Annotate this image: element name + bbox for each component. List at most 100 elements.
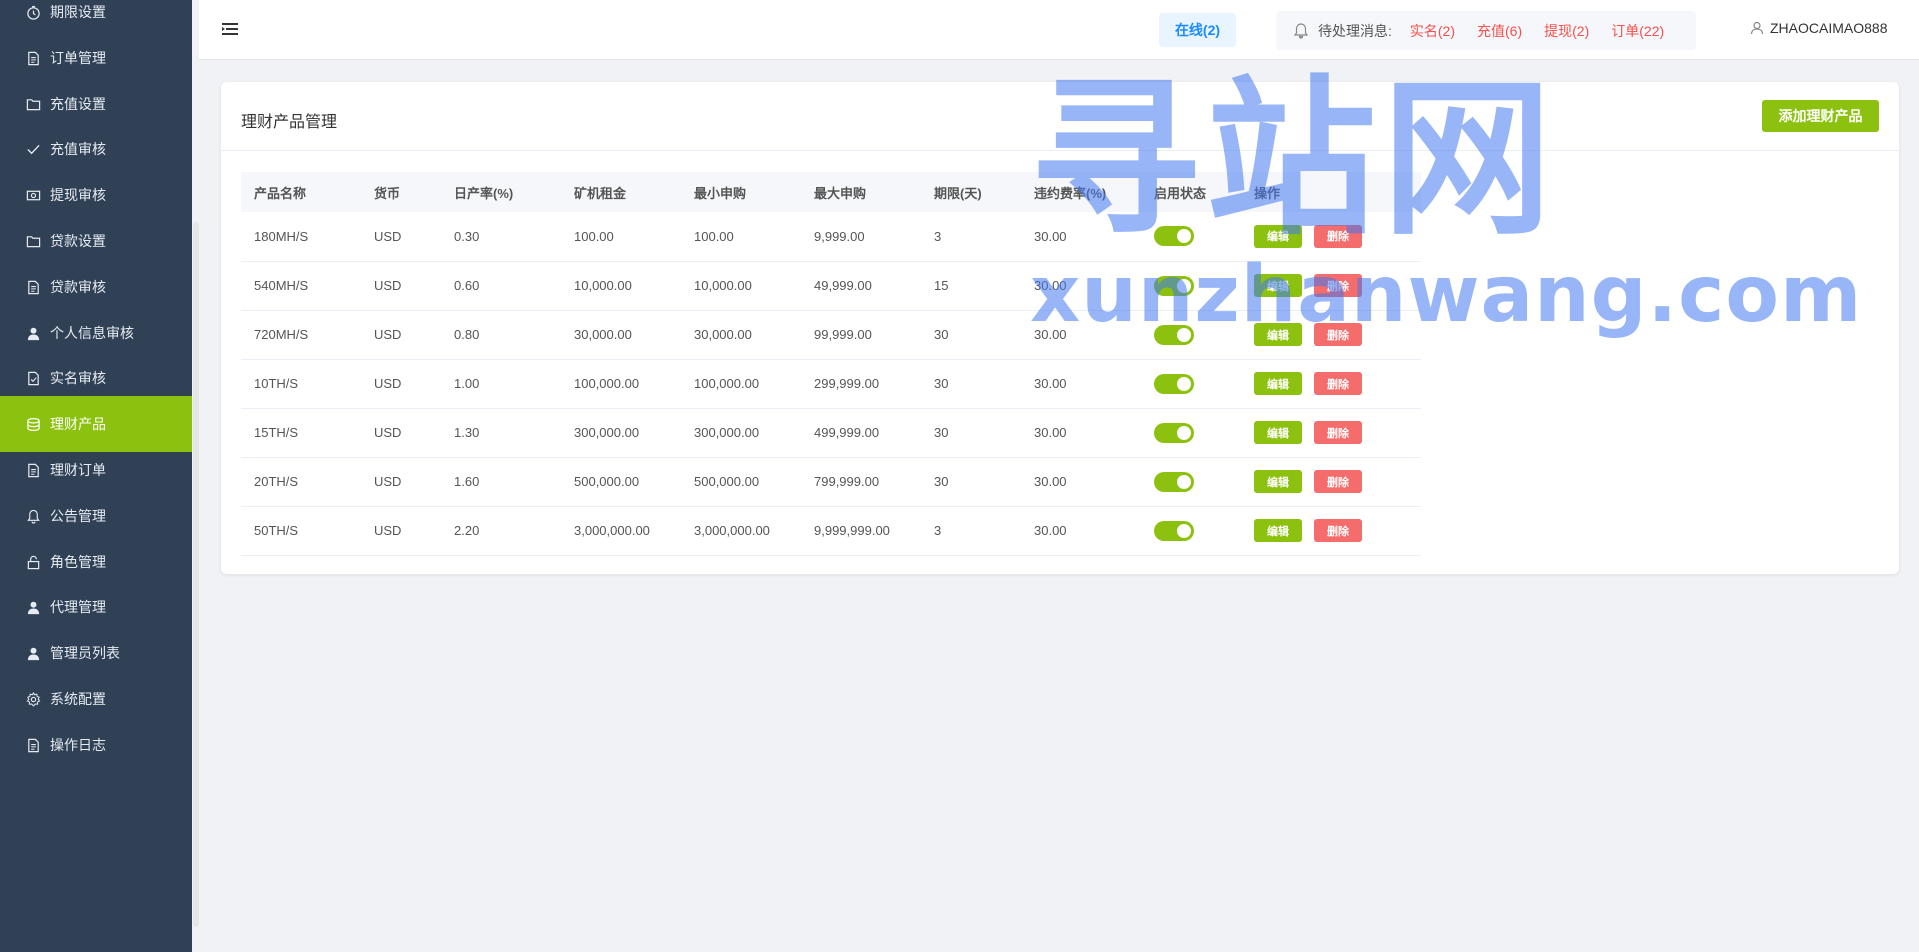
clock-icon bbox=[24, 3, 42, 21]
edit-button[interactable]: 编辑 bbox=[1254, 274, 1302, 297]
table-cell: 30 bbox=[921, 457, 1021, 507]
actions-cell: 编辑 删除 bbox=[1241, 506, 1421, 556]
sidebar-item-label: 角色管理 bbox=[50, 554, 106, 570]
product-card: 理财产品管理 添加理财产品 产品名称 货币 日产率(%) 矿机租金 最小申购 最大申购 期限… bbox=[221, 82, 1899, 574]
column-header: 操作 bbox=[1241, 172, 1421, 212]
edit-button[interactable]: 编辑 bbox=[1254, 421, 1302, 444]
pending-link-realname[interactable]: 实名(2) bbox=[1410, 21, 1455, 41]
column-header: 货币 bbox=[361, 172, 441, 212]
table-cell: 100,000.00 bbox=[681, 359, 801, 409]
table-cell: 3,000,000.00 bbox=[561, 506, 681, 556]
edit-button[interactable]: 编辑 bbox=[1254, 224, 1302, 248]
table-cell: USD bbox=[361, 212, 441, 262]
lock-icon bbox=[24, 553, 42, 571]
actions-cell: 编辑 删除 bbox=[1241, 310, 1421, 360]
status-cell bbox=[1141, 457, 1241, 507]
table-row: 10TH/S USD 1.00 100,000.00 100,000.00 299,999… bbox=[241, 359, 1421, 409]
table-cell: 10,000.00 bbox=[561, 261, 681, 311]
enable-toggle[interactable] bbox=[1154, 373, 1194, 394]
bell-icon bbox=[1292, 22, 1310, 40]
enable-toggle[interactable] bbox=[1154, 471, 1194, 492]
status-cell bbox=[1141, 359, 1241, 409]
enable-toggle[interactable] bbox=[1154, 324, 1194, 345]
table-cell: 0.30 bbox=[441, 212, 561, 262]
table-cell: 30.00 bbox=[1021, 506, 1141, 556]
pending-messages: 待处理消息: 实名(2) 充值(6) 提现(2) 订单(22) bbox=[1276, 11, 1696, 50]
table-row: 50TH/S USD 2.20 3,000,000.00 3,000,000.00 9,9… bbox=[241, 506, 1421, 556]
table-cell: 299,999.00 bbox=[801, 359, 921, 409]
table-cell: 49,999.00 bbox=[801, 261, 921, 311]
sidebar: 期限设置 订单管理 充值设置 充值审核 提现审核 贷款设置 贷款审核 个人信息审核 实名审核 理财… bbox=[0, 0, 192, 952]
table-cell: 30 bbox=[921, 359, 1021, 409]
sidebar-item-label: 操作日志 bbox=[50, 737, 106, 753]
table-cell: 1.60 bbox=[441, 457, 561, 507]
folder-icon bbox=[24, 232, 42, 250]
sidebar-item[interactable]: 操作日志 bbox=[0, 717, 192, 773]
table-cell: 30.00 bbox=[1021, 359, 1141, 409]
table-cell: 720MH/S bbox=[241, 310, 361, 360]
table-cell: USD bbox=[361, 359, 441, 409]
username: ZHAOCAIMAO888 bbox=[1770, 20, 1888, 36]
table-cell: 500,000.00 bbox=[681, 457, 801, 507]
user-icon bbox=[24, 324, 42, 342]
delete-button[interactable]: 删除 bbox=[1314, 224, 1362, 248]
enable-toggle[interactable] bbox=[1154, 226, 1194, 247]
user-icon bbox=[24, 644, 42, 662]
sidebar-item-label: 订单管理 bbox=[50, 50, 106, 66]
enable-toggle[interactable] bbox=[1154, 275, 1194, 296]
table-cell: 30 bbox=[921, 408, 1021, 458]
bell-icon bbox=[24, 507, 42, 525]
sidebar-item-label: 充值审核 bbox=[50, 141, 106, 157]
delete-button[interactable]: 删除 bbox=[1314, 519, 1362, 542]
column-header: 产品名称 bbox=[241, 172, 361, 212]
table-cell: 50TH/S bbox=[241, 506, 361, 556]
actions-cell: 编辑 删除 bbox=[1241, 408, 1421, 458]
edit-button[interactable]: 编辑 bbox=[1254, 470, 1302, 493]
online-badge[interactable]: 在线(2) bbox=[1159, 13, 1236, 47]
user-icon bbox=[24, 598, 42, 616]
column-header: 期限(天) bbox=[921, 172, 1021, 212]
delete-button[interactable]: 删除 bbox=[1314, 421, 1362, 444]
table-cell: USD bbox=[361, 408, 441, 458]
table-cell: 99,999.00 bbox=[801, 310, 921, 360]
enable-toggle[interactable] bbox=[1154, 422, 1194, 443]
enable-toggle[interactable] bbox=[1154, 520, 1194, 541]
pending-label: 待处理消息: bbox=[1318, 22, 1392, 39]
document-icon bbox=[24, 278, 42, 296]
actions-cell: 编辑 删除 bbox=[1241, 457, 1421, 507]
menu-toggle-icon[interactable] bbox=[221, 20, 239, 38]
sidebar-item-label: 理财产品 bbox=[50, 416, 106, 432]
table-row: 180MH/S USD 0.30 100.00 100.00 9,999.00 3 30.00… bbox=[241, 212, 1421, 262]
product-table: 产品名称 货币 日产率(%) 矿机租金 最小申购 最大申购 期限(天) 违约费率(%) 启用状态… bbox=[241, 172, 1421, 556]
add-product-button[interactable]: 添加理财产品 bbox=[1762, 100, 1879, 132]
table-row: 540MH/S USD 0.60 10,000.00 10,000.00 49,999.0… bbox=[241, 261, 1421, 311]
table-cell: 0.60 bbox=[441, 261, 561, 311]
table-cell: 1.00 bbox=[441, 359, 561, 409]
table-cell: 0.80 bbox=[441, 310, 561, 360]
edit-button[interactable]: 编辑 bbox=[1254, 519, 1302, 542]
sidebar-scrollbar[interactable] bbox=[193, 222, 199, 927]
card-divider bbox=[221, 150, 1899, 151]
pending-link-recharge[interactable]: 充值(6) bbox=[1477, 21, 1522, 41]
user-menu[interactable]: ZHAOCAIMAO888 bbox=[1750, 20, 1887, 36]
table-cell: 500,000.00 bbox=[561, 457, 681, 507]
sidebar-item-label: 贷款审核 bbox=[50, 279, 106, 295]
pending-link-withdraw[interactable]: 提现(2) bbox=[1544, 21, 1589, 41]
sidebar-item-label: 系统配置 bbox=[50, 691, 106, 707]
edit-button[interactable]: 编辑 bbox=[1254, 372, 1302, 395]
delete-button[interactable]: 删除 bbox=[1314, 470, 1362, 493]
table-cell: 100.00 bbox=[681, 212, 801, 262]
delete-button[interactable]: 删除 bbox=[1314, 372, 1362, 395]
pending-link-orders[interactable]: 订单(22) bbox=[1611, 21, 1664, 41]
top-header: 在线(2) 待处理消息: 实名(2) 充值(6) 提现(2) 订单(22) ZH… bbox=[199, 0, 1919, 60]
user-icon bbox=[1750, 21, 1764, 35]
table-row: 720MH/S USD 0.80 30,000.00 30,000.00 99,999.0… bbox=[241, 310, 1421, 360]
table-cell: 30 bbox=[921, 310, 1021, 360]
status-cell bbox=[1141, 408, 1241, 458]
delete-button[interactable]: 删除 bbox=[1314, 274, 1362, 297]
column-header: 最大申购 bbox=[801, 172, 921, 212]
table-cell: 2.20 bbox=[441, 506, 561, 556]
edit-button[interactable]: 编辑 bbox=[1254, 323, 1302, 346]
table-cell: USD bbox=[361, 310, 441, 360]
delete-button[interactable]: 删除 bbox=[1314, 323, 1362, 346]
